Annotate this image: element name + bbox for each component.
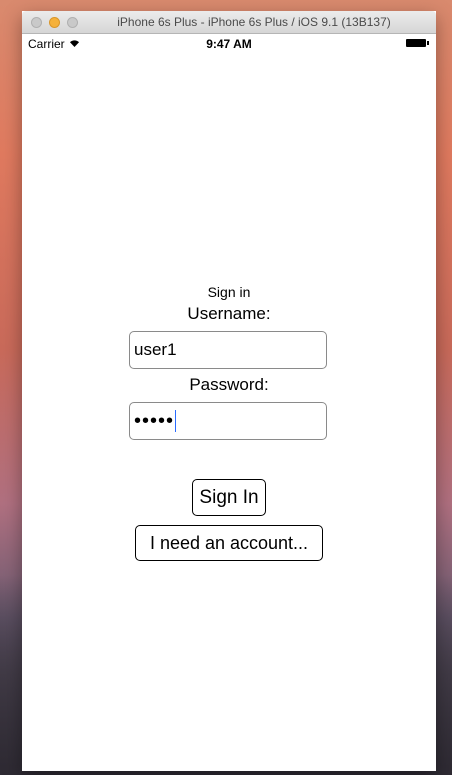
password-value: •••••: [134, 409, 175, 432]
battery-icon: [406, 39, 429, 47]
username-value: user1: [134, 340, 177, 359]
window-title: iPhone 6s Plus - iPhone 6s Plus / iOS 9.…: [117, 15, 391, 29]
sign-in-button[interactable]: Sign In: [192, 479, 266, 516]
signin-heading: Sign in: [207, 284, 251, 300]
ios-status-bar: Carrier 9:47 AM: [22, 34, 436, 54]
need-account-button[interactable]: I need an account...: [135, 525, 323, 561]
password-field[interactable]: •••••: [129, 402, 327, 440]
text-cursor: [175, 410, 177, 432]
simulator-window: iPhone 6s Plus - iPhone 6s Plus / iOS 9.…: [22, 11, 436, 771]
window-titlebar: iPhone 6s Plus - iPhone 6s Plus / iOS 9.…: [22, 11, 436, 34]
username-field[interactable]: user1: [129, 331, 327, 369]
status-time: 9:47 AM: [206, 37, 252, 51]
username-label: Username:: [187, 304, 271, 323]
app-screen: Sign in Username: user1 Password: ••••• …: [22, 54, 436, 772]
password-label: Password:: [189, 375, 269, 394]
